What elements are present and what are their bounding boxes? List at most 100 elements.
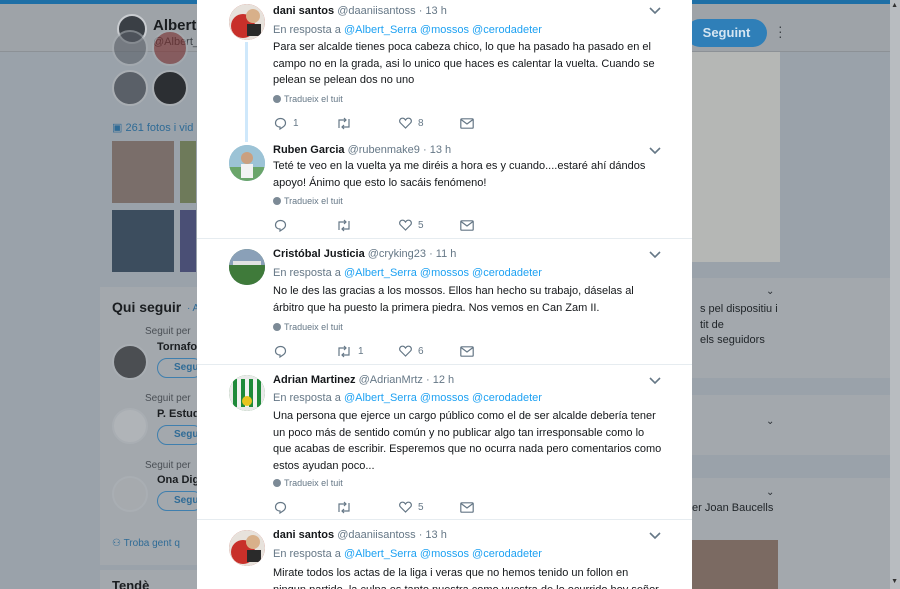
suggested-person[interactable]: er Joan Baucells	[692, 502, 773, 514]
translate-link[interactable]: Tradueix el tuit	[273, 94, 343, 104]
people-icon: ⚇	[112, 538, 124, 549]
retweet-icon	[338, 501, 350, 513]
media-thumbnail[interactable]	[180, 141, 196, 203]
author-name[interactable]: Adrian Martinez	[273, 374, 356, 386]
reply-tweet[interactable]: Cristóbal Justicia @cryking23 · 11 h En …	[197, 240, 692, 365]
scroll-down-icon[interactable]: ▼	[891, 578, 898, 585]
retweet-action[interactable]	[336, 500, 358, 514]
media-thumbnail[interactable]	[180, 210, 196, 272]
dm-action[interactable]	[460, 500, 474, 514]
like-action[interactable]: 8	[399, 116, 424, 130]
dm-action[interactable]	[460, 116, 474, 130]
tweet-time[interactable]: · 13 h	[419, 5, 447, 17]
like-action[interactable]: 5	[399, 500, 424, 514]
media-preview[interactable]	[692, 540, 778, 589]
follow-button[interactable]: Seguint	[686, 19, 767, 47]
media-thumbnail[interactable]	[112, 141, 174, 203]
chevron-down-icon[interactable]	[649, 7, 661, 15]
dm-action[interactable]	[460, 218, 474, 232]
suggestion-name[interactable]: Tornafo	[157, 341, 197, 353]
suggestion-avatar[interactable]	[112, 476, 148, 512]
translate-link[interactable]: Tradueix el tuit	[273, 322, 343, 332]
reply-to-links[interactable]: @Albert_Serra @mossos @cerodadeter	[344, 24, 542, 36]
author-handle[interactable]: @daaniisantoss	[337, 5, 415, 17]
chevron-down-icon[interactable]	[649, 377, 661, 385]
chevron-down-icon[interactable]: ⌄	[766, 286, 774, 297]
reply-icon	[274, 117, 287, 130]
author-name[interactable]: Ruben Garcia	[273, 144, 345, 156]
reply-tweet[interactable]: Ruben Garcia @rubenmake9 · 13 h Teté te …	[197, 139, 692, 239]
suggestion-name[interactable]: Ona Dig	[157, 474, 199, 486]
reply-prefix: En resposta a	[273, 548, 341, 560]
author-handle[interactable]: @cryking23	[368, 248, 426, 260]
media-preview[interactable]	[692, 52, 780, 262]
scroll-up-icon[interactable]: ▲	[891, 2, 898, 9]
reply-tweet[interactable]: dani santos @daaniisantoss · 13 h En res…	[197, 0, 692, 142]
like-count: 5	[418, 219, 424, 231]
retweet-action[interactable]	[336, 218, 358, 232]
follower-avatar[interactable]	[112, 30, 148, 66]
author-handle[interactable]: @rubenmake9	[348, 144, 420, 156]
dm-icon	[460, 219, 474, 231]
promo-text: tit de	[700, 319, 724, 331]
tweet-text: Teté te veo en la vuelta ya me diréis a …	[273, 160, 646, 189]
image-icon: ▣	[112, 122, 126, 134]
follower-avatar[interactable]	[152, 30, 188, 66]
avatar[interactable]	[229, 249, 265, 285]
chevron-down-icon[interactable]	[649, 532, 661, 540]
follower-avatar[interactable]	[112, 70, 148, 106]
follower-avatar[interactable]	[152, 70, 188, 106]
avatar[interactable]	[229, 4, 265, 40]
avatar[interactable]	[229, 145, 265, 181]
tweet-time[interactable]: · 12 h	[426, 374, 454, 386]
reply-action[interactable]	[274, 500, 293, 514]
reply-to-links[interactable]: @Albert_Serra @mossos @cerodadeter	[344, 392, 542, 404]
author-name[interactable]: dani santos	[273, 5, 334, 17]
avatar[interactable]	[229, 375, 265, 411]
like-count: 5	[418, 501, 424, 513]
globe-icon	[273, 95, 281, 103]
reply-action[interactable]	[274, 344, 293, 358]
tweet-time[interactable]: · 13 h	[419, 529, 447, 541]
retweet-action[interactable]	[336, 116, 358, 130]
reply-to-links[interactable]: @Albert_Serra @mossos @cerodadeter	[344, 267, 542, 279]
author-handle[interactable]: @daaniisantoss	[337, 529, 415, 541]
page-scrollbar[interactable]: ▲ ▼	[890, 0, 900, 589]
retweet-action[interactable]: 1	[336, 344, 364, 358]
tweet-time[interactable]: · 11 h	[429, 248, 456, 260]
reply-action[interactable]: 1	[274, 116, 299, 130]
media-thumbnail[interactable]	[112, 210, 174, 272]
reply-to-links[interactable]: @Albert_Serra @mossos @cerodadeter	[344, 548, 542, 560]
more-options-icon[interactable]: · · ·	[778, 19, 783, 43]
avatar[interactable]	[229, 530, 265, 566]
reply-tweet[interactable]: dani santos @daaniisantoss · 13 h En res…	[197, 521, 692, 589]
suggestion-name[interactable]: P. Estud	[157, 408, 200, 420]
dm-action[interactable]	[460, 344, 474, 358]
suggestion-avatar[interactable]	[112, 344, 148, 380]
reply-action[interactable]	[274, 218, 293, 232]
chevron-down-icon[interactable]: ⌄	[766, 416, 774, 427]
reply-tweet[interactable]: Adrian Martinez @AdrianMrtz · 12 h En re…	[197, 366, 692, 520]
like-action[interactable]: 6	[399, 344, 424, 358]
suggestion-avatar[interactable]	[112, 408, 148, 444]
reply-icon	[274, 219, 287, 232]
translate-link[interactable]: Tradueix el tuit	[273, 196, 343, 206]
tweet-time[interactable]: · 13 h	[423, 144, 451, 156]
globe-icon	[273, 479, 281, 487]
translate-link[interactable]: Tradueix el tuit	[273, 478, 343, 488]
chevron-down-icon[interactable]: ⌄	[766, 487, 774, 498]
side-panel	[692, 395, 892, 455]
tweet-header: Ruben Garcia @rubenmake9 · 13 h	[273, 144, 451, 156]
like-icon	[399, 345, 412, 357]
author-name[interactable]: Cristóbal Justicia	[273, 248, 365, 260]
chevron-down-icon[interactable]	[649, 251, 661, 259]
like-icon	[399, 501, 412, 513]
author-name[interactable]: dani santos	[273, 529, 334, 541]
photos-videos-link[interactable]: ▣ 261 fotos i vid	[112, 121, 193, 134]
find-people-link[interactable]: ⚇ Troba gent q	[112, 538, 180, 549]
who-to-follow-title: Qui seguir	[112, 299, 182, 315]
chevron-down-icon[interactable]	[649, 147, 661, 155]
author-handle[interactable]: @AdrianMrtz	[359, 374, 423, 386]
globe-icon	[273, 197, 281, 205]
like-action[interactable]: 5	[399, 218, 424, 232]
